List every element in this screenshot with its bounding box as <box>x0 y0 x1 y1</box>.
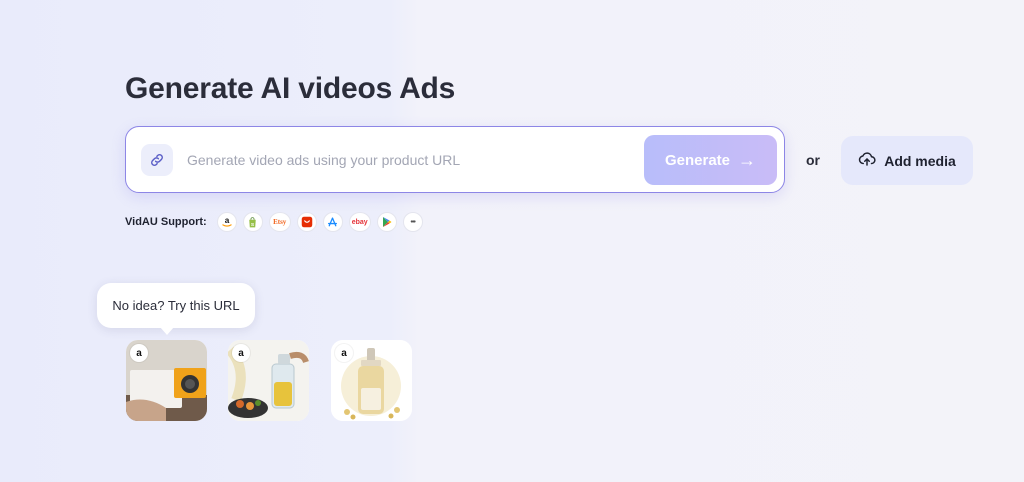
amazon-badge-icon: a <box>232 344 250 362</box>
tooltip-text: No idea? Try this URL <box>112 298 240 313</box>
product-url-input[interactable] <box>187 149 627 171</box>
page-title: Generate AI videos Ads <box>125 72 456 105</box>
amazon-badge-icon: a <box>335 344 353 362</box>
etsy-icon: Etsy <box>268 212 291 232</box>
ebay-icon: ebay <box>348 212 371 232</box>
shopify-icon: S <box>242 212 263 232</box>
sample-oil-sprayer[interactable]: a <box>228 340 309 421</box>
aliexpress-icon <box>296 212 317 232</box>
link-icon <box>141 144 173 176</box>
generate-button-label: Generate <box>664 151 731 169</box>
or-separator: or <box>806 152 820 168</box>
amazon-badge-icon: a <box>130 344 148 362</box>
app-store-icon <box>322 212 343 232</box>
add-media-label: Add media <box>884 152 956 169</box>
arrow-right-icon: → <box>738 149 757 170</box>
supported-platforms: VidAU Support: a S Etsy ebay ••• <box>125 211 423 233</box>
add-media-button[interactable]: Add media <box>841 136 973 185</box>
sample-serum-bottle[interactable]: a <box>331 340 412 421</box>
support-label: VidAU Support: <box>125 216 207 228</box>
google-play-icon <box>376 212 397 232</box>
generate-button[interactable]: Generate → <box>644 135 777 185</box>
more-platforms-icon[interactable]: ••• <box>402 212 423 232</box>
sample-projector[interactable]: a <box>126 340 207 421</box>
amazon-icon: a <box>216 212 237 232</box>
svg-text:a: a <box>224 216 229 225</box>
try-url-tooltip: No idea? Try this URL <box>97 283 255 335</box>
url-input-box[interactable]: Generate → <box>125 126 785 193</box>
cloud-upload-icon <box>858 150 876 171</box>
